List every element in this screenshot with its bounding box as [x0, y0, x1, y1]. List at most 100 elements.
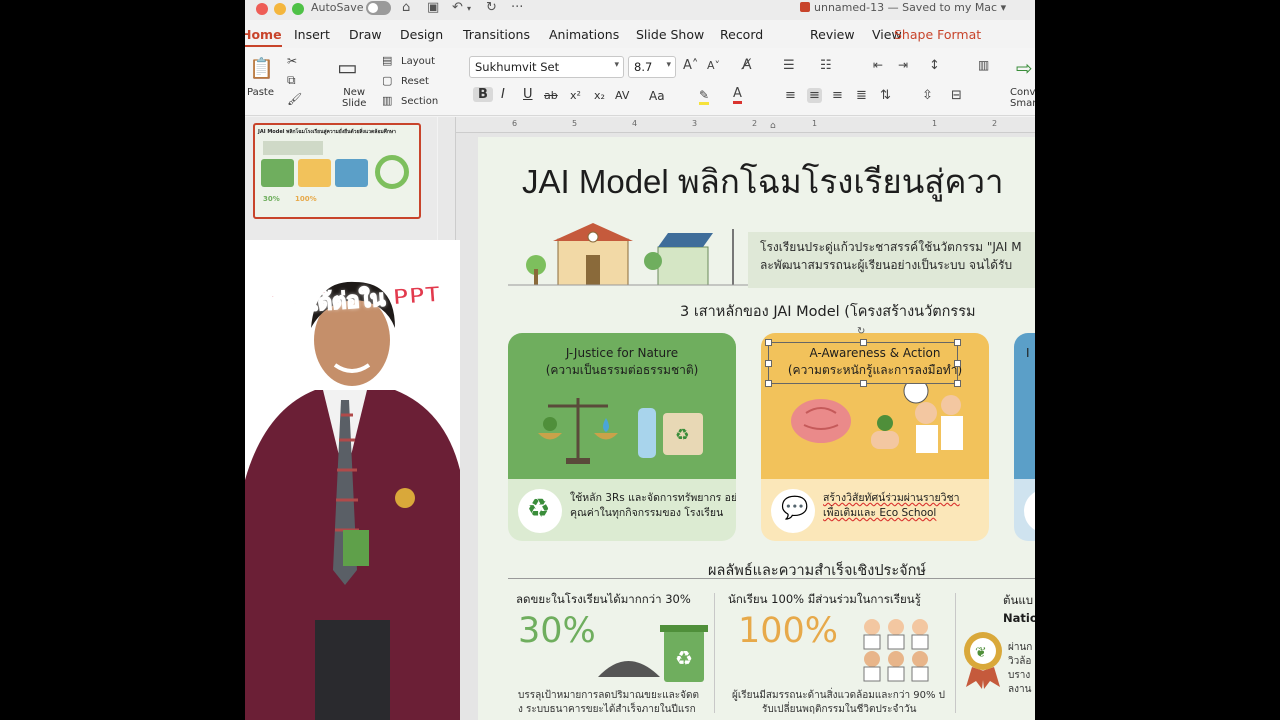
tab-record[interactable]: Record: [720, 27, 763, 42]
ruler-indent-marker[interactable]: ⌂: [770, 121, 776, 131]
pillars-heading[interactable]: 3 เสาหลักของ JAI Model (โครงสร้างนวัตกรร…: [680, 300, 976, 323]
justify-icon[interactable]: ≣: [856, 88, 867, 103]
paste-icon[interactable]: 📋: [249, 56, 274, 80]
slide-title[interactable]: JAI Model พลิกโฉมโรงเรียนสู่ควา: [522, 155, 1004, 208]
strikethrough-button[interactable]: ab: [544, 89, 558, 102]
align-center-icon[interactable]: ≡: [807, 88, 822, 103]
tab-draw[interactable]: Draw: [349, 27, 382, 42]
resize-handle[interactable]: [954, 380, 961, 387]
layout-icon[interactable]: ▤: [382, 54, 392, 67]
result-description-line: บรรลุเป้าหมายการลดปริมาณขยะและจัดต: [518, 690, 699, 701]
font-color-icon[interactable]: A: [733, 86, 742, 104]
card-footer-text: สร้างวิสัยทัศน์ร่วมผ่านรายวิชา เพื่อเติม…: [823, 491, 960, 521]
reset-icon[interactable]: ▢: [382, 74, 392, 87]
italic-button[interactable]: I: [501, 87, 505, 102]
font-size-select[interactable]: 8.7 ▾: [628, 56, 676, 78]
tab-slide-show[interactable]: Slide Show: [636, 27, 704, 42]
result-title[interactable]: ต้นแบ Nation: [1003, 591, 1035, 627]
align-right-icon[interactable]: ≡: [832, 88, 843, 103]
tab-shape-format[interactable]: Shape Format: [894, 27, 981, 42]
tab-design[interactable]: Design: [400, 27, 443, 42]
autosave-toggle[interactable]: [366, 1, 391, 15]
section-icon[interactable]: ▥: [382, 94, 392, 107]
result-big-number[interactable]: 100%: [738, 611, 838, 651]
resize-handle[interactable]: [765, 380, 772, 387]
text-selection-box[interactable]: ↻: [765, 326, 961, 387]
underline-button[interactable]: U: [523, 87, 533, 102]
resize-handle[interactable]: [765, 360, 772, 367]
copy-icon[interactable]: ⧉: [287, 73, 296, 88]
powerpoint-icon: [800, 2, 810, 12]
subscript-button[interactable]: x₂: [594, 89, 605, 102]
close-window-button[interactable]: [256, 3, 268, 15]
tab-home[interactable]: Home: [245, 27, 282, 47]
slide-thumbnail-1[interactable]: JAI Model พลิกโฉมโรงเรียนสู่ความยั่งยืนด…: [253, 123, 421, 219]
result-big-number[interactable]: 30%: [518, 611, 596, 651]
new-slide-button[interactable]: New Slide: [342, 87, 366, 109]
tab-insert[interactable]: Insert: [294, 27, 330, 42]
character-spacing-button[interactable]: AV: [615, 89, 629, 102]
increase-indent-icon[interactable]: ⇥: [898, 58, 908, 72]
text-direction-icon[interactable]: ⇅: [880, 88, 891, 103]
decrease-indent-icon[interactable]: ⇤: [873, 58, 883, 72]
result-title[interactable]: นักเรียน 100% มีส่วนร่วมในการเรียนรู้: [728, 591, 921, 609]
slide-canvas[interactable]: JAI Model พลิกโฉมโรงเรียนสู่ควา โรงเรียน…: [456, 133, 1035, 720]
result-description[interactable]: ผ่านก วิวล้อ บราง ลงาน: [1008, 641, 1032, 697]
undo-icon[interactable]: ↶: [452, 0, 463, 15]
thumbnail-stat-2: 100%: [295, 195, 317, 203]
resize-handle[interactable]: [765, 339, 772, 346]
horizontal-ruler[interactable]: 6 5 4 3 2 1 ⌂ 1 2: [456, 117, 1035, 133]
redo-icon[interactable]: ↻: [486, 0, 497, 15]
format-painter-icon[interactable]: 🖌: [287, 92, 302, 106]
bold-button[interactable]: B: [473, 87, 493, 102]
font-name-select[interactable]: Sukhumvit Set ▾: [469, 56, 624, 78]
convert-smartart-icon[interactable]: ⇨: [1016, 56, 1033, 80]
increase-font-icon[interactable]: A˄: [683, 58, 698, 73]
rotate-handle-icon[interactable]: ↻: [857, 326, 865, 337]
save-icon[interactable]: ▣: [427, 0, 439, 15]
tab-animations[interactable]: Animations: [549, 27, 619, 42]
resize-handle[interactable]: [860, 339, 867, 346]
result-description[interactable]: บรรลุเป้าหมายการลดปริมาณขยะและจัดต ง ระบ…: [518, 689, 699, 717]
home-icon[interactable]: ⌂: [402, 0, 410, 15]
paste-button[interactable]: Paste: [247, 87, 274, 98]
decrease-font-icon[interactable]: A˅: [707, 59, 720, 72]
pillar-card-third[interactable]: I: [1014, 333, 1035, 541]
result-title[interactable]: ลดขยะในโรงเรียนได้มากกว่า 30%: [516, 591, 691, 609]
undo-dropdown-icon[interactable]: ▾: [467, 4, 471, 13]
line-spacing-icon[interactable]: ↕: [929, 58, 940, 73]
thumbnail-title: JAI Model พลิกโฉมโรงเรียนสู่ความยั่งยืนด…: [258, 129, 396, 135]
change-case-button[interactable]: Aa: [649, 89, 665, 103]
resize-handle[interactable]: [954, 339, 961, 346]
scale-bottle-bag-illustration: ♻: [538, 398, 703, 464]
zoom-window-button[interactable]: [292, 3, 304, 15]
tab-review[interactable]: Review: [810, 27, 855, 42]
intro-paragraph[interactable]: โรงเรียนประดู่แก้วประชาสรรค์ใช้นวัตกรรม …: [760, 238, 1022, 274]
slide[interactable]: JAI Model พลิกโฉมโรงเรียนสู่ควา โรงเรียน…: [478, 137, 1035, 720]
cut-icon[interactable]: ✂: [287, 54, 297, 68]
superscript-button[interactable]: x²: [570, 89, 581, 102]
reset-button[interactable]: Reset: [401, 76, 429, 87]
minimize-window-button[interactable]: [274, 3, 286, 15]
clear-formatting-icon[interactable]: A̸: [742, 57, 752, 73]
thumbnail-illustration: [263, 141, 323, 155]
align-text-icon[interactable]: ⇳: [922, 88, 933, 103]
resize-handle[interactable]: [860, 380, 867, 387]
pillar-card-justice[interactable]: J-Justice for Nature (ความเป็นธรรมต่อธรร…: [508, 333, 736, 541]
section-button[interactable]: Section: [401, 96, 438, 107]
document-title: unnamed-13 — Saved to my Mac ▾: [800, 1, 1006, 14]
new-slide-icon[interactable]: ▭: [337, 56, 358, 81]
layout-button[interactable]: Layout: [401, 56, 435, 67]
smartart-icon[interactable]: ⊟: [951, 88, 962, 103]
bullets-icon[interactable]: ☰: [783, 58, 795, 73]
result-description[interactable]: ผู้เรียนมีสมรรถนะด้านสิ่งแวดล้อมและกว่า …: [732, 689, 945, 717]
convert-smartart-button[interactable]: ConveSmar: [1010, 87, 1035, 109]
columns-icon[interactable]: ▥: [978, 58, 989, 72]
resize-handle[interactable]: [954, 360, 961, 367]
numbering-icon[interactable]: ☷: [820, 58, 832, 73]
align-left-icon[interactable]: ≡: [785, 88, 796, 103]
result-description-line: ผ่านก: [1008, 642, 1033, 653]
more-icon[interactable]: ···: [511, 0, 523, 15]
highlight-icon[interactable]: ✎: [699, 88, 710, 105]
tab-transitions[interactable]: Transitions: [463, 27, 530, 42]
